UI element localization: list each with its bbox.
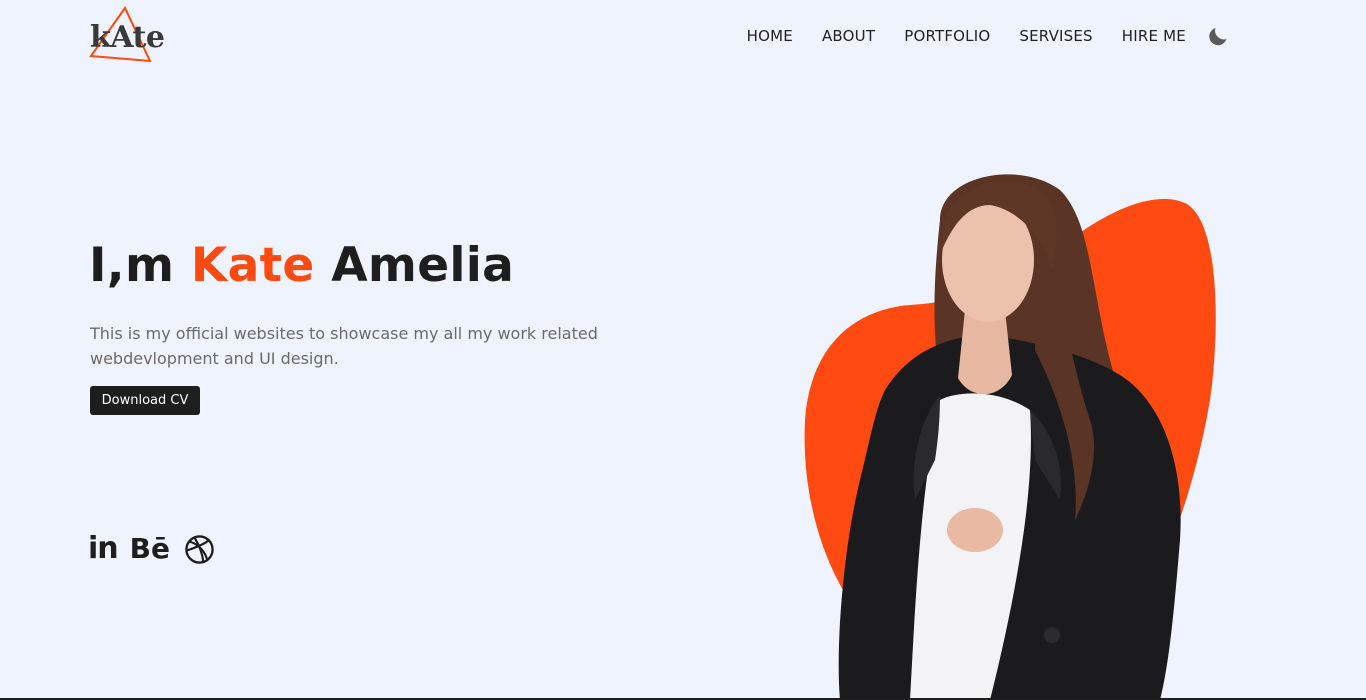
hero-title-accent: Kate bbox=[190, 238, 315, 293]
hero-title-part1: I,m bbox=[89, 238, 191, 293]
hero-title-part2: Amelia bbox=[314, 238, 515, 293]
portrait-illustration bbox=[804, 174, 1216, 700]
download-cv-button[interactable]: Download CV bbox=[90, 386, 200, 415]
site-header: kAte HOME ABOUT PORTFOLIO SERVISES HIRE … bbox=[0, 0, 1366, 72]
dribbble-icon[interactable] bbox=[184, 534, 215, 565]
hero-description: This is my official websites to showcase… bbox=[90, 324, 598, 368]
hero-portrait bbox=[790, 160, 1240, 700]
nav-portfolio[interactable]: PORTFOLIO bbox=[904, 27, 990, 45]
nav-hire-me[interactable]: HIRE ME bbox=[1122, 27, 1186, 45]
social-links: in Bē bbox=[88, 532, 215, 566]
logo-text: kAte bbox=[90, 20, 165, 55]
main-nav: HOME ABOUT PORTFOLIO SERVISES HIRE ME bbox=[747, 24, 1230, 48]
nav-services[interactable]: SERVISES bbox=[1019, 27, 1092, 45]
logo[interactable]: kAte bbox=[88, 6, 165, 66]
linkedin-icon[interactable]: in bbox=[88, 532, 119, 566]
moon-icon[interactable] bbox=[1206, 24, 1230, 48]
hero-title: I,m Kate Amelia bbox=[89, 238, 514, 293]
nav-about[interactable]: ABOUT bbox=[822, 27, 875, 45]
nav-home[interactable]: HOME bbox=[747, 27, 793, 45]
behance-icon[interactable]: Bē bbox=[130, 532, 170, 566]
